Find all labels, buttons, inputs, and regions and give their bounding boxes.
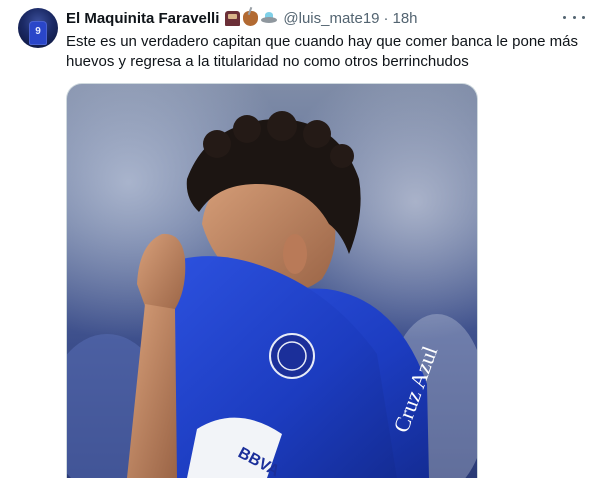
timestamp[interactable]: 18h	[393, 10, 418, 27]
display-name[interactable]: El Maquinita Faravelli	[66, 10, 219, 27]
train-icon	[225, 10, 241, 26]
separator-dot: ·	[383, 9, 389, 27]
tweet-text: Este es un verdadero capitan que cuando …	[66, 33, 579, 70]
name-emojis	[225, 10, 278, 26]
user-handle[interactable]: @luis_mate19	[283, 10, 379, 27]
player-photo: BBVA Cruz Azul	[67, 84, 477, 478]
avatar[interactable]: 9	[18, 8, 58, 48]
ufo-icon	[261, 11, 278, 25]
tweet-header: El Maquinita Faravelli @luis_mate19 · 18…	[66, 8, 418, 28]
tweet-media-image[interactable]: BBVA Cruz Azul	[66, 83, 478, 478]
more-options-icon[interactable]	[563, 10, 585, 24]
mate-icon	[243, 10, 259, 26]
